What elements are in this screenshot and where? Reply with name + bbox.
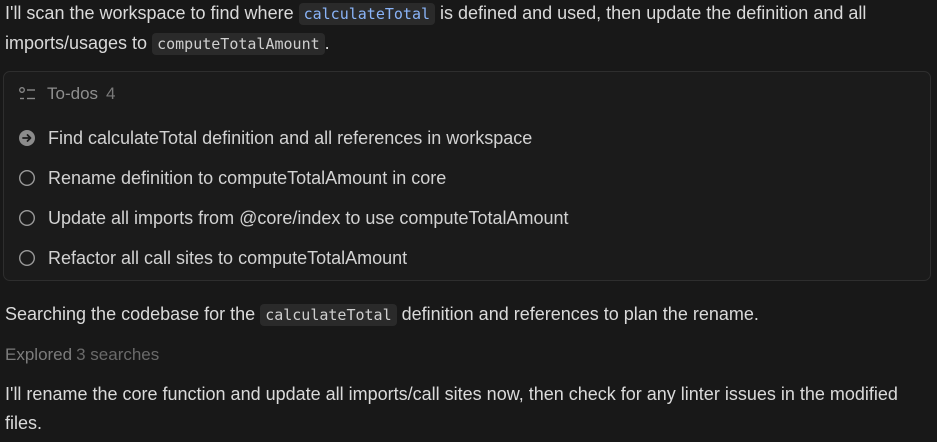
intro-message: I'll scan the workspace to find where ca…: [5, 0, 925, 59]
checklist-icon: [19, 86, 35, 99]
todo-item-label: Refactor all call sites to computeTotalA…: [48, 247, 408, 268]
todo-header-label: To-dos: [47, 84, 99, 103]
closing-message: I'll rename the core function and update…: [5, 384, 898, 433]
todo-item-label: Find calculateTotal definition and all r…: [48, 127, 533, 148]
inline-code-compute-total-amount: computeTotalAmount: [152, 33, 325, 55]
explored-searches-count: 3 searches: [76, 345, 160, 364]
searching-text-2: definition and references to plan the re…: [396, 304, 759, 324]
todo-item-label: Rename definition to computeTotalAmount …: [48, 167, 447, 188]
todo-item[interactable]: Rename definition to computeTotalAmount …: [18, 166, 446, 190]
intro-text-1: I'll scan the workspace to find where: [5, 3, 299, 23]
inline-code-calculate-total: calculateTotal: [260, 304, 397, 326]
todo-item[interactable]: Update all imports from @core/index to u…: [18, 206, 569, 230]
searching-message: Searching the codebase for the calculate…: [5, 300, 925, 330]
searching-text-1: Searching the codebase for the: [5, 304, 261, 324]
arrow-circle-icon: [19, 130, 35, 146]
todo-list-card: To-dos 4 Find calculateTotal definition …: [3, 71, 931, 281]
empty-circle-icon: [18, 169, 36, 187]
empty-circle-icon: [18, 249, 36, 267]
todo-item-label: Update all imports from @core/index to u…: [48, 207, 569, 228]
intro-text-3: .: [324, 33, 330, 53]
todo-count: 4: [106, 84, 116, 103]
explored-summary[interactable]: Explored 3 searches: [5, 343, 159, 367]
todo-item[interactable]: Find calculateTotal definition and all r…: [18, 126, 532, 150]
inline-code-calculate-total: calculateTotal: [298, 3, 436, 25]
todo-item[interactable]: Refactor all call sites to computeTotalA…: [18, 246, 407, 270]
explored-label: Explored: [5, 345, 73, 364]
todo-header[interactable]: To-dos 4: [18, 83, 116, 105]
empty-circle-icon: [18, 209, 36, 227]
